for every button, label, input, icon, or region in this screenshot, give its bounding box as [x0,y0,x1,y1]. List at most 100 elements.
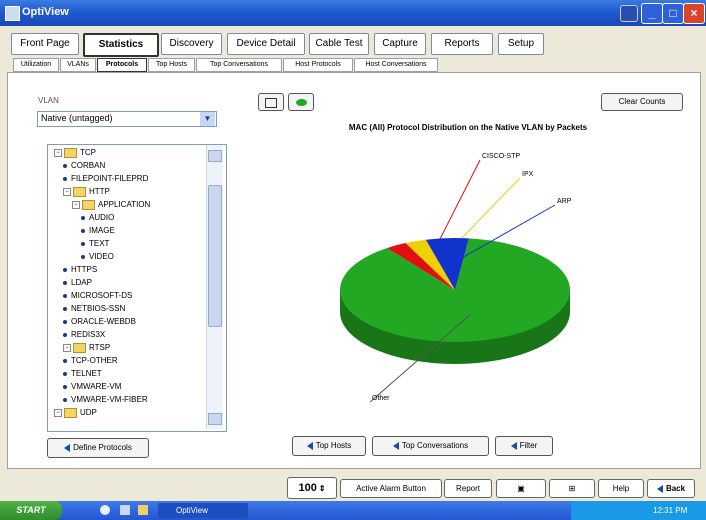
vlan-dropdown[interactable]: Native (untagged) ▼ [37,111,217,127]
tree-item[interactable]: VIDEO [81,252,114,261]
back-label: Back [665,484,686,493]
taskbar-app-optiview[interactable]: OptiView [158,503,248,518]
tab-setup[interactable]: Setup [498,33,544,55]
app-icon [5,6,20,21]
tab-device-detail[interactable]: Device Detail [227,33,305,55]
tree-item[interactable]: TELNET [63,369,102,378]
printer-icon: ▣ [517,484,525,493]
tree-item[interactable]: VMWARE-VM [63,382,121,391]
subtab-utilization[interactable]: Utilization [13,58,59,72]
tree-item[interactable]: IMAGE [81,226,115,235]
chart-title: MAC (All) Protocol Distribution on the N… [348,123,588,132]
tree-item[interactable]: TCP-OTHER [63,356,118,365]
report-button[interactable]: Report [444,479,492,498]
extra-window-icon[interactable] [620,5,638,22]
bullet-icon [63,397,67,402]
folder-icon [64,408,77,418]
tab-statistics[interactable]: Statistics [83,33,159,57]
tree-scrollbar[interactable] [206,145,223,429]
tree-item[interactable]: TEXT [81,239,109,248]
bullet-icon [81,215,85,220]
table-view-button[interactable] [258,93,284,111]
tree-item[interactable]: − TCP [54,148,96,158]
subtab-top-hosts[interactable]: Top Hosts [148,58,195,72]
tree-item[interactable]: AUDIO [81,213,114,222]
network-button[interactable]: ⊞ [549,479,595,498]
tree-item[interactable]: ORACLE-WEBDB [63,317,136,326]
chevron-down-icon[interactable]: ▼ [200,112,215,126]
scroll-up-icon[interactable] [208,150,222,162]
tab-discovery[interactable]: Discovery [161,33,222,55]
expand-icon[interactable]: − [63,344,71,352]
start-button[interactable]: START [0,501,62,520]
bullet-icon [81,228,85,233]
arrow-icon [392,441,399,450]
bullet-icon [81,241,85,246]
subtab-protocols[interactable]: Protocols [97,58,147,72]
tree-item-label: TELNET [71,369,102,378]
tree-item-label: IMAGE [89,226,115,235]
filter-button[interactable]: Filter [495,436,553,456]
define-protocols-button[interactable]: Define Protocols [47,438,149,458]
minimize-icon[interactable]: _ [641,3,663,24]
expand-icon[interactable]: − [54,409,62,417]
pie-view-icon [295,99,307,106]
tree-item[interactable]: REDIS3X [63,330,105,339]
close-icon[interactable]: × [683,3,705,24]
protocol-tree[interactable]: − TCP CORBAN FILEPOINT-FILEPRD − HTTP − APPLICA… [47,144,227,432]
subtab-host-protocols[interactable]: Host Protocols [283,58,353,72]
subtab-host-conversations[interactable]: Host Conversations [354,58,438,72]
desktop-icon[interactable] [120,505,130,515]
tree-item-label: TCP-OTHER [71,356,118,365]
expand-icon[interactable]: − [72,201,80,209]
bullet-icon [63,332,67,337]
tree-item[interactable]: CORBAN [63,161,105,170]
subtab-vlans[interactable]: VLANs [60,58,96,72]
scroll-down-icon[interactable] [208,413,222,425]
tree-item[interactable]: LDAP [63,278,92,287]
tree-item[interactable]: − APPLICATION [72,200,150,210]
tree-item[interactable]: MICROSOFT-DS [63,291,132,300]
folder-icon [73,187,86,197]
active-alarm-button[interactable]: Active Alarm Button [340,479,442,498]
expand-icon[interactable]: − [63,188,71,196]
folder-icon [82,200,95,210]
zoom-control[interactable]: 100 ⇕ [287,477,337,499]
tree-item[interactable]: VMWARE-VM-FIBER [63,395,148,404]
tree-item[interactable]: NETBIOS-SSN [63,304,125,313]
define-protocols-label: Define Protocols [73,443,132,452]
tree-item-label: VIDEO [89,252,114,261]
browser-icon[interactable] [100,505,110,515]
back-button[interactable]: Back [647,479,695,498]
bullet-icon [63,319,67,324]
tree-item[interactable]: − UDP [54,408,97,418]
print-button[interactable]: ▣ [496,479,546,498]
spinner-icon[interactable]: ⇕ [319,484,326,493]
top-conversations-button[interactable]: Top Conversations [372,436,489,456]
tab-front-page[interactable]: Front Page [11,33,79,55]
tree-item[interactable]: − RTSP [63,343,110,353]
title-bar: OptiView _ □ × [0,0,706,26]
vlan-dropdown-value: Native (untagged) [41,113,113,123]
tree-item[interactable]: FILEPOINT-FILEPRD [63,174,148,183]
bullet-icon [63,280,67,285]
tree-item-label: NETBIOS-SSN [71,304,126,313]
tree-item-label: MICROSOFT-DS [71,291,133,300]
tree-item[interactable]: HTTPS [63,265,97,274]
expand-icon[interactable]: − [54,149,62,157]
help-button[interactable]: Help [598,479,644,498]
tab-reports[interactable]: Reports [431,33,493,55]
tab-cable-test[interactable]: Cable Test [309,33,369,55]
top-hosts-button[interactable]: Top Hosts [292,436,366,456]
subtab-top-conversations[interactable]: Top Conversations [196,58,282,72]
maximize-icon[interactable]: □ [662,3,684,24]
tree-item-label: CORBAN [71,161,106,170]
tree-item-label: APPLICATION [98,200,151,210]
pie-view-button[interactable] [288,93,314,111]
tree-item[interactable]: − HTTP [63,187,110,197]
clear-counts-button[interactable]: Clear Counts [601,93,683,111]
tab-capture[interactable]: Capture [374,33,426,55]
scroll-thumb[interactable] [208,185,222,327]
folder-icon[interactable] [138,505,148,515]
top-conversations-label: Top Conversations [401,441,469,450]
